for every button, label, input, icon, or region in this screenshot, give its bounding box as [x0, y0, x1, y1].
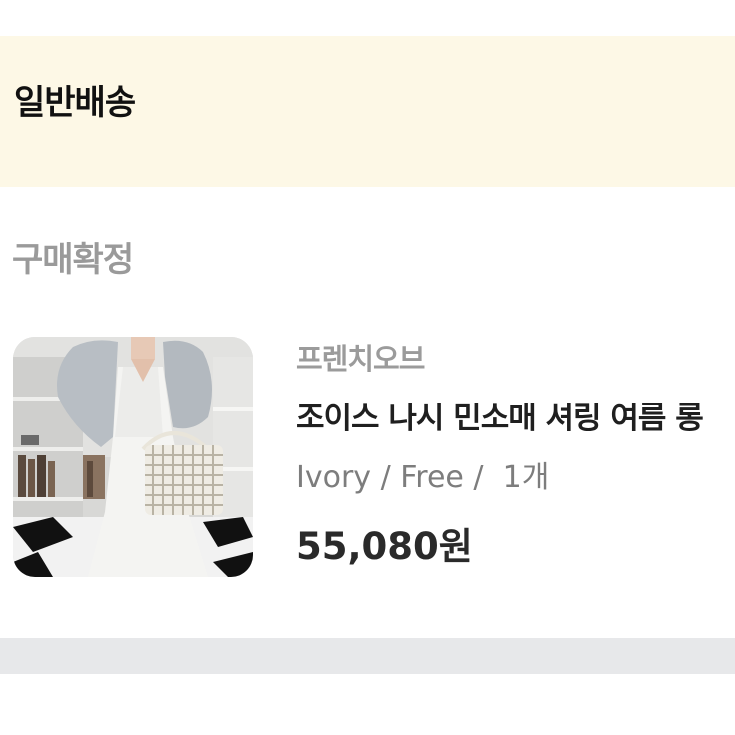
product-options: Ivory / Free / 1개: [296, 460, 550, 495]
shipping-type-title: 일반배송: [14, 83, 136, 123]
section-divider: [0, 638, 735, 674]
product-price: 55,080원: [296, 525, 473, 568]
product-thumbnail[interactable]: [13, 337, 253, 577]
seller-name[interactable]: 프렌치오브: [296, 345, 425, 374]
product-photo: [13, 337, 253, 577]
product-name[interactable]: 조이스 나시 민소매 셔링 여름 롱: [296, 403, 735, 434]
top-spacer: [0, 0, 735, 36]
order-status-label: 구매확정: [12, 240, 134, 280]
